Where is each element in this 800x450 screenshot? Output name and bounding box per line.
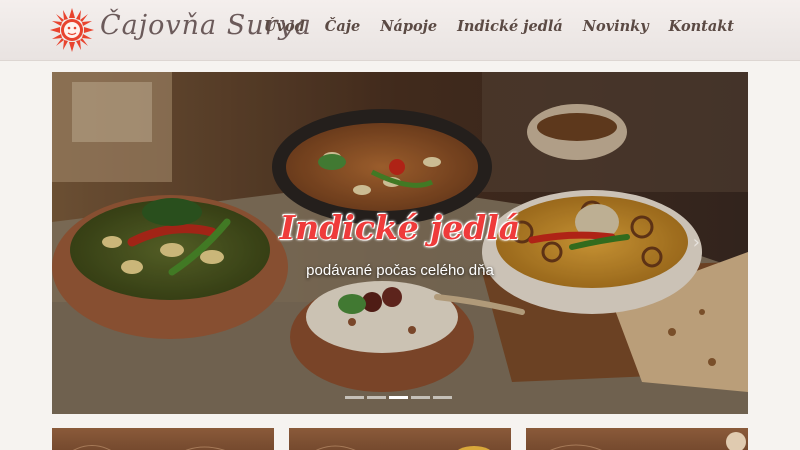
site-header: Čajovňa Surya Úvod Čaje Nápoje Indické j… [0, 0, 800, 61]
hero-subtitle: podávané počas celého dňa [306, 262, 494, 279]
slider-pagination [345, 396, 452, 399]
leaf-pattern-icon [73, 445, 226, 450]
slider-dot-1[interactable] [345, 396, 364, 399]
slider-dot-3[interactable] [389, 396, 408, 399]
chevron-right-icon[interactable]: › [693, 232, 700, 253]
feature-card-3[interactable] [526, 428, 748, 450]
feature-card-1[interactable] [52, 428, 274, 450]
slider-dot-2[interactable] [367, 396, 386, 399]
leaf-pattern-icon [550, 432, 746, 450]
nav-item-caje[interactable]: Čaje [325, 18, 360, 35]
slider-dot-4[interactable] [411, 396, 430, 399]
nav-item-uvod[interactable]: Úvod [264, 18, 305, 35]
slider-dot-5[interactable] [433, 396, 452, 399]
sun-face-icon[interactable] [50, 8, 94, 52]
nav-item-indicke-jedla[interactable]: Indické jedlá [457, 18, 563, 35]
nav-item-kontakt[interactable]: Kontakt [669, 18, 734, 35]
leaf-pattern-icon [315, 445, 490, 450]
hero-title: Indické jedlá [279, 208, 521, 247]
hero-slider[interactable]: Indické jedlá podávané počas celého dňa … [52, 72, 748, 414]
nav-item-napoje[interactable]: Nápoje [380, 18, 437, 35]
main-nav: Úvod Čaje Nápoje Indické jedlá Novinky K… [264, 18, 734, 35]
feature-card-2[interactable] [289, 428, 511, 450]
nav-item-novinky[interactable]: Novinky [583, 18, 649, 35]
